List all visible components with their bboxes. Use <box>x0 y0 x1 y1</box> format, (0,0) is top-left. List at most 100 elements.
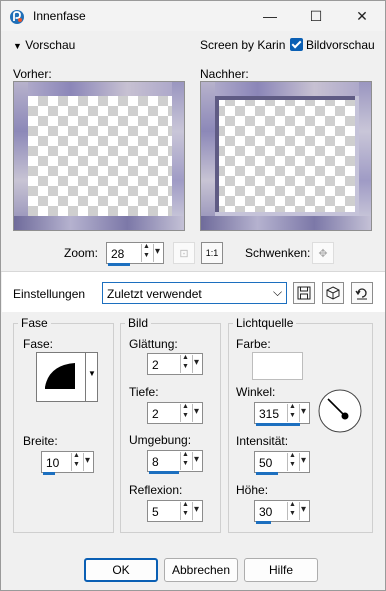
breite-dropdown[interactable] <box>83 453 93 471</box>
fase-shape-dropdown[interactable]: ▼ <box>85 353 97 401</box>
save-preset-button[interactable] <box>293 282 315 304</box>
reset-button[interactable] <box>351 282 373 304</box>
move-icon: ✥ <box>318 247 328 260</box>
fase-shape-label: Fase: <box>23 337 54 351</box>
tiefe-spin-arrows[interactable] <box>180 403 191 422</box>
farbe-swatch[interactable] <box>252 352 303 380</box>
tiefe-label: Tiefe: <box>129 385 159 399</box>
bildvorschau-label: Bildvorschau <box>306 38 375 52</box>
before-preview[interactable] <box>13 81 185 231</box>
glaettung-value: 2 <box>152 358 159 372</box>
winkel-dropdown[interactable] <box>299 404 309 422</box>
randomize-button[interactable] <box>322 282 344 304</box>
zoom-fit-button[interactable]: ⊡ <box>173 242 195 264</box>
preset-dropdown[interactable]: Zuletzt verwendet ⌵ <box>102 282 287 304</box>
triangle-down-icon: ▼ <box>13 41 22 51</box>
reflexion-spin-arrows[interactable] <box>180 501 191 520</box>
breite-value: 10 <box>46 456 60 470</box>
intensitaet-value: 50 <box>259 456 273 470</box>
ok-button[interactable]: OK <box>84 558 158 582</box>
before-label: Vorher: <box>13 67 52 81</box>
after-preview[interactable] <box>200 81 372 231</box>
breite-spin-arrows[interactable] <box>71 452 82 471</box>
glaettung-spinner[interactable]: 2 <box>147 353 203 375</box>
pan-label: Schwenken: <box>245 246 311 260</box>
preview-toggle-label: Vorschau <box>25 38 76 52</box>
glaettung-label: Glättung: <box>129 337 178 351</box>
umgebung-value: 8 <box>152 455 159 469</box>
reset-icon <box>355 288 367 300</box>
breite-spinner[interactable]: 10 <box>41 451 94 475</box>
reflexion-spinner[interactable]: 5 <box>147 500 203 522</box>
winkel-spinner[interactable]: 315 <box>254 402 310 426</box>
fase-group-title: Fase <box>18 316 51 330</box>
zoom-spin-arrows[interactable] <box>141 243 152 262</box>
before-bevel-right <box>172 82 184 230</box>
after-label: Nachher: <box>200 67 249 81</box>
close-icon: ✕ <box>356 7 368 24</box>
glaettung-spin-arrows[interactable] <box>180 354 191 373</box>
minimize-button[interactable]: — <box>247 1 293 31</box>
intensitaet-label: Intensität: <box>236 434 289 448</box>
reflexion-label: Reflexion: <box>129 483 183 497</box>
preview-toggle[interactable]: ▼ Vorschau <box>13 38 75 52</box>
intensitaet-spin-arrows[interactable] <box>287 452 298 471</box>
hoehe-spinner[interactable]: 30 <box>254 500 310 524</box>
close-button[interactable]: ✕ <box>339 1 385 31</box>
hoehe-dropdown[interactable] <box>299 502 309 520</box>
zoom-fit-icon: ⊡ <box>179 247 189 260</box>
cancel-label: Abbrechen <box>171 563 231 577</box>
zoom-actual-size-button[interactable]: 1:1 <box>201 242 223 264</box>
intensitaet-spinner[interactable]: 50 <box>254 451 310 475</box>
after-bevel-top <box>201 82 371 96</box>
minimize-icon: — <box>263 8 277 24</box>
after-bevel-left <box>201 82 215 230</box>
zoom-value: 28 <box>111 247 125 261</box>
zoom-label: Zoom: <box>64 246 99 260</box>
credit-text: Screen by Karin <box>200 38 286 52</box>
intensitaet-dropdown[interactable] <box>299 453 309 471</box>
umgebung-spin-arrows[interactable] <box>180 451 191 470</box>
preset-value: Zuletzt verwendet <box>107 287 202 301</box>
umgebung-dropdown[interactable] <box>192 452 202 470</box>
zoom-slider-indicator <box>108 263 130 266</box>
winkel-spin-arrows[interactable] <box>287 403 298 422</box>
hoehe-value: 30 <box>259 505 273 519</box>
before-bevel-left <box>14 82 28 230</box>
title-bar[interactable]: Innenfase — ☐ ✕ <box>1 1 385 31</box>
angle-dial[interactable] <box>317 388 363 434</box>
maximize-button[interactable]: ☐ <box>293 1 339 31</box>
intensitaet-slider-indicator <box>256 472 278 475</box>
before-bevel-bottom <box>14 216 184 230</box>
before-image-center <box>28 96 172 216</box>
tiefe-dropdown[interactable] <box>192 404 202 422</box>
help-button[interactable]: Hilfe <box>244 558 318 582</box>
actual-size-icon: 1:1 <box>205 248 219 258</box>
zoom-spinner[interactable]: 28 <box>106 242 164 266</box>
zoom-dropdown[interactable] <box>153 244 163 262</box>
hoehe-spin-arrows[interactable] <box>287 501 298 520</box>
tiefe-value: 2 <box>152 407 159 421</box>
ok-label: OK <box>112 563 130 577</box>
reflexion-dropdown[interactable] <box>192 502 202 520</box>
help-label: Hilfe <box>268 563 293 577</box>
dice-icon <box>326 286 340 300</box>
window-title: Innenfase <box>33 9 86 23</box>
breite-slider-indicator <box>43 472 55 475</box>
maximize-icon: ☐ <box>309 7 323 24</box>
umgebung-spinner[interactable]: 8 <box>147 450 203 474</box>
cancel-button[interactable]: Abbrechen <box>164 558 238 582</box>
dialog-window: Innenfase — ☐ ✕ ▼ Vorschau Screen by Kar… <box>0 0 386 591</box>
fase-shape-selector[interactable]: ▼ <box>36 352 98 402</box>
bildvorschau-checkbox[interactable] <box>290 38 303 51</box>
winkel-label: Winkel: <box>236 385 276 399</box>
save-icon <box>297 286 311 300</box>
tiefe-spinner[interactable]: 2 <box>147 402 203 424</box>
pan-button[interactable]: ✥ <box>312 242 334 264</box>
winkel-value: 315 <box>259 407 280 421</box>
after-bevel-right <box>359 82 371 230</box>
breite-label: Breite: <box>23 434 58 448</box>
before-bevel-top <box>14 82 184 96</box>
triangle-down-icon: ▼ <box>88 369 96 378</box>
glaettung-dropdown[interactable] <box>192 355 202 373</box>
